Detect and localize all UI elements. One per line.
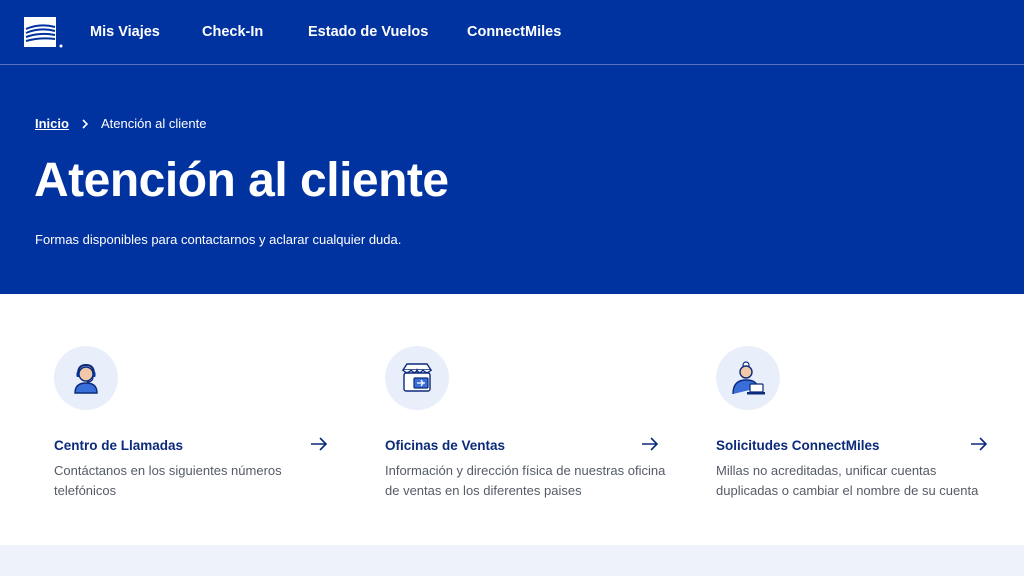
breadcrumb-current: Atención al cliente [100,116,207,131]
card-centro-de-llamadas[interactable]: Centro de Llamadas Contáctanos en los si… [54,294,334,545]
card-description: Millas no acreditadas, unificar cuentas … [716,463,979,498]
nav-check-in[interactable]: Check-In [202,24,263,40]
card-icon-background [385,346,449,410]
call-center-agent-icon [74,363,98,394]
card-description: Información y dirección física de nuestr… [385,463,666,498]
page-title: Atención al cliente [34,154,449,207]
page-subtitle: Formas disponibles para contactarnos y a… [35,232,402,247]
arrow-right-icon[interactable] [310,436,328,452]
nav-connectmiles[interactable]: ConnectMiles [467,24,561,40]
nav-estado-de-vuelos[interactable]: Estado de Vuelos [308,24,428,40]
connectmiles-agent-icon [732,361,765,395]
top-navigation: Mis Viajes Check-In Estado de Vuelos Con… [0,0,1024,65]
card-icon-background [54,346,118,410]
card-title: Centro de Llamadas [54,438,184,453]
card-solicitudes-connectmiles[interactable]: Solicitudes ConnectMiles Millas no acred… [716,294,996,545]
card-description: Contáctanos en los siguientes números te… [54,463,282,498]
card-title: Solicitudes ConnectMiles [716,438,880,453]
sales-office-icon [401,363,433,392]
arrow-right-icon[interactable] [641,436,659,452]
hero-banner: Inicio Atención al cliente Atención al c… [0,65,1024,294]
card-oficinas-de-ventas[interactable]: Oficinas de Ventas Información y direcci… [385,294,665,545]
arrow-right-icon[interactable] [970,436,988,452]
contact-options: Centro de Llamadas Contáctanos en los si… [0,294,1024,545]
breadcrumb-home-link[interactable]: Inicio [35,116,69,131]
card-icon-background [716,346,780,410]
card-title: Oficinas de Ventas [385,438,506,453]
copa-logo-icon[interactable] [24,17,64,49]
bottom-section-band [0,545,1024,576]
nav-mis-viajes[interactable]: Mis Viajes [90,24,160,40]
chevron-right-icon [82,118,89,129]
breadcrumb: Inicio Atención al cliente [35,116,206,131]
